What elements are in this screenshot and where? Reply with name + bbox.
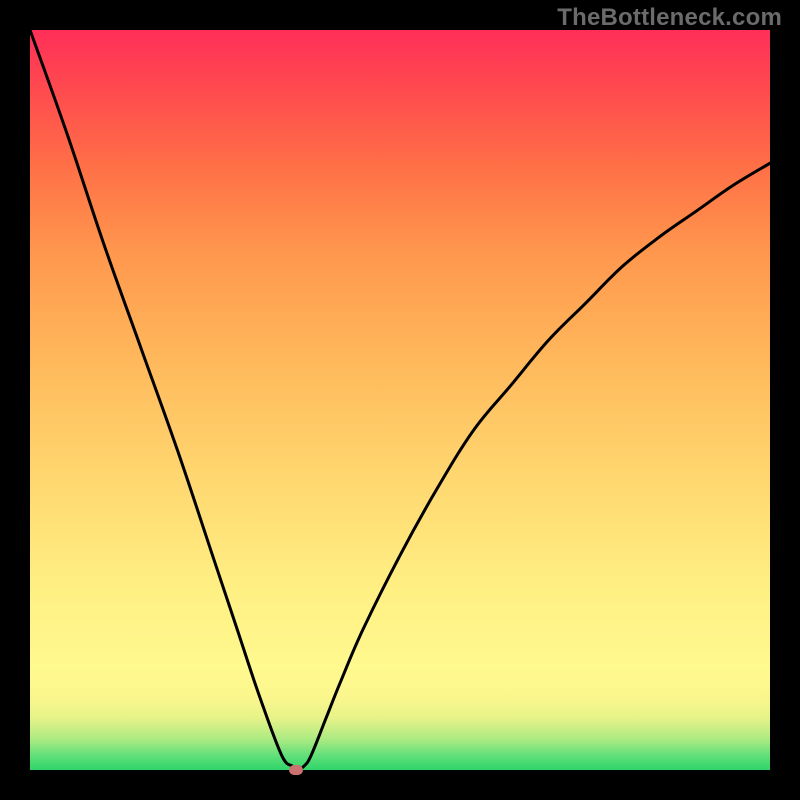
bottleneck-curve xyxy=(30,30,770,770)
plot-area xyxy=(30,30,770,770)
watermark-text: TheBottleneck.com xyxy=(557,4,782,32)
chart-frame: TheBottleneck.com xyxy=(0,0,800,800)
optimal-point-marker xyxy=(289,765,303,775)
